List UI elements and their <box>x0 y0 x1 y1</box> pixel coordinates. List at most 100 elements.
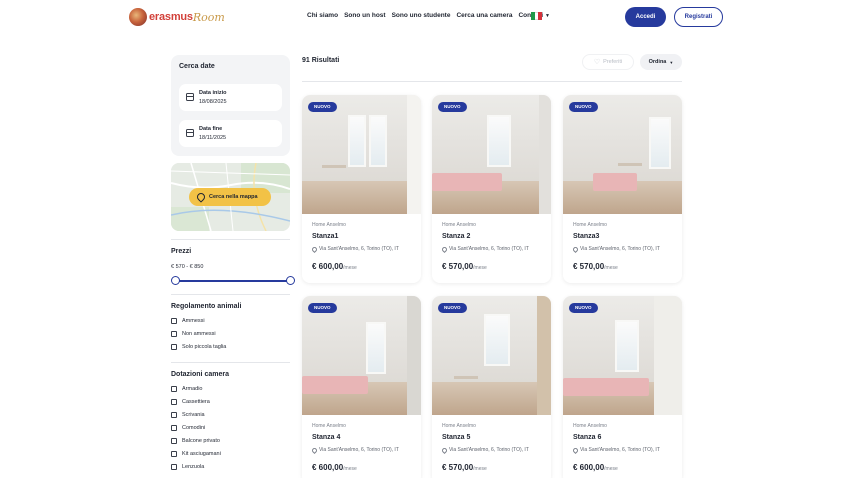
card-title[interactable]: Stanza 5 <box>442 434 470 441</box>
checkbox[interactable] <box>171 412 177 418</box>
price-slider-max-handle[interactable] <box>286 276 295 285</box>
card-owner: Home Anselmo <box>573 222 607 228</box>
favorites-button[interactable]: ♡ Preferiti <box>582 54 634 70</box>
card-title[interactable]: Stanza 4 <box>312 434 340 441</box>
checkbox-label: Solo piccola taglia <box>182 344 227 350</box>
checkbox[interactable] <box>171 438 177 444</box>
divider <box>171 239 290 240</box>
card-address: Via Sant'Anselmo, 6, Torino (TO), IT <box>310 245 399 253</box>
equipment-option-scrivania[interactable]: Scrivania <box>171 412 205 418</box>
room-card[interactable]: NUOVO Home Anselmo Stanza 5 Via Sant'Ans… <box>432 296 551 478</box>
card-address-text: Via Sant'Anselmo, 6, Torino (TO), IT <box>449 246 529 252</box>
room-card[interactable]: NUOVO Home Anselmo Stanza 2 Via Sant'Ans… <box>432 95 551 283</box>
card-title[interactable]: Stanza 6 <box>573 434 601 441</box>
logo[interactable]: erasmus Room <box>129 7 225 27</box>
animals-option-non-ammessi[interactable]: Non ammessi <box>171 331 216 337</box>
start-date-field[interactable]: Data inizio 18/08/2025 <box>179 84 282 111</box>
card-owner: Home Anselmo <box>312 222 346 228</box>
card-price: € 570,00/mese <box>442 262 487 271</box>
room-photo[interactable] <box>432 296 551 415</box>
checkbox-label: Lenzuola <box>182 464 205 470</box>
search-on-map-label: Cerca nella mappa <box>209 194 258 200</box>
checkbox[interactable] <box>171 331 177 337</box>
checkbox-label: Kit asciugamani <box>182 451 221 457</box>
room-photo[interactable] <box>563 296 682 415</box>
divider <box>171 362 290 363</box>
nav-sono-un-host[interactable]: Sono un host <box>344 12 386 19</box>
room-card[interactable]: NUOVO Home Anselmo Stanza 4 Via Sant'Ans… <box>302 296 421 478</box>
accedi-button[interactable]: Accedi <box>625 7 666 27</box>
checkbox[interactable] <box>171 464 177 470</box>
card-price-unit: /mese <box>343 265 357 271</box>
date-search-panel: Cerca date Data inizio 18/08/2025 Data f… <box>171 55 290 156</box>
card-price-value: € 570,00 <box>442 262 474 271</box>
language-chevron-down-icon[interactable]: ▼ <box>545 13 550 19</box>
checkbox[interactable] <box>171 386 177 392</box>
card-title[interactable]: Stanza1 <box>312 233 338 240</box>
new-badge: NUOVO <box>569 102 598 112</box>
card-price-value: € 570,00 <box>573 262 605 271</box>
animals-option-piccola-taglia[interactable]: Solo piccola taglia <box>171 344 226 350</box>
card-address-text: Via Sant'Anselmo, 6, Torino (TO), IT <box>580 447 660 453</box>
checkbox-label: Armadio <box>182 386 203 392</box>
checkbox[interactable] <box>171 399 177 405</box>
favorites-label: Preferiti <box>603 59 623 65</box>
card-price-unit: /mese <box>343 466 357 472</box>
end-date-field[interactable]: Data fine 18/11/2025 <box>179 120 282 147</box>
map-preview[interactable]: Cerca nella mappa <box>171 163 290 231</box>
card-title[interactable]: Stanza 2 <box>442 233 470 240</box>
chevron-down-icon: ▼ <box>669 59 674 65</box>
equipment-option-lenzuola[interactable]: Lenzuola <box>171 464 204 470</box>
equipment-option-kit-asciugamani[interactable]: Kit asciugamani <box>171 451 221 457</box>
card-owner: Home Anselmo <box>312 423 346 429</box>
equipment-option-cassettiera[interactable]: Cassettiera <box>171 399 210 405</box>
card-price: € 600,00/mese <box>312 262 357 271</box>
card-address: Via Sant'Anselmo, 6, Torino (TO), IT <box>310 446 399 454</box>
start-date-label: Data inizio <box>199 90 227 96</box>
calendar-icon <box>186 129 194 137</box>
location-pin-icon <box>571 446 580 454</box>
card-title[interactable]: Stanza3 <box>573 233 599 240</box>
location-pin-icon <box>440 446 449 454</box>
italy-flag-icon[interactable] <box>531 12 543 20</box>
card-address: Via Sant'Anselmo, 6, Torino (TO), IT <box>440 446 529 454</box>
animals-option-ammessi[interactable]: Ammessi <box>171 318 205 324</box>
card-price-unit: /mese <box>473 265 487 271</box>
checkbox-label: Balcone privato <box>182 438 220 444</box>
registrati-button[interactable]: Registrati <box>674 7 723 27</box>
top-header: erasmus Room Chi siamo Sono un host Sono… <box>0 0 850 34</box>
equipment-option-balcone[interactable]: Balcone privato <box>171 438 220 444</box>
room-photo[interactable] <box>302 296 421 415</box>
room-photo[interactable] <box>432 95 551 214</box>
nav-sono-uno-studente[interactable]: Sono uno studente <box>392 12 451 19</box>
location-pin-icon <box>310 446 319 454</box>
end-date-value: 18/11/2025 <box>199 135 227 141</box>
nav-cerca-una-camera[interactable]: Cerca una camera <box>456 12 512 19</box>
room-card[interactable]: NUOVO Home Anselmo Stanza1 Via Sant'Anse… <box>302 95 421 283</box>
location-pin-icon <box>310 245 319 253</box>
nav-chi-siamo[interactable]: Chi siamo <box>307 12 338 19</box>
room-card[interactable]: NUOVO Home Anselmo Stanza3 Via Sant'Anse… <box>563 95 682 283</box>
sort-button[interactable]: Ordina ▼ <box>640 54 682 70</box>
checkbox-label: Scrivania <box>182 412 205 418</box>
price-slider-min-handle[interactable] <box>171 276 180 285</box>
price-slider-track[interactable] <box>175 280 291 282</box>
checkbox[interactable] <box>171 425 177 431</box>
checkbox[interactable] <box>171 451 177 457</box>
search-on-map-button[interactable]: Cerca nella mappa <box>189 188 271 206</box>
room-photo[interactable] <box>563 95 682 214</box>
checkbox[interactable] <box>171 344 177 350</box>
room-card[interactable]: NUOVO Home Anselmo Stanza 6 Via Sant'Ans… <box>563 296 682 478</box>
equipment-option-armadio[interactable]: Armadio <box>171 386 202 392</box>
card-address: Via Sant'Anselmo, 6, Torino (TO), IT <box>571 245 660 253</box>
card-owner: Home Anselmo <box>442 222 476 228</box>
checkbox[interactable] <box>171 318 177 324</box>
checkbox-label: Non ammessi <box>182 331 216 337</box>
card-owner: Home Anselmo <box>442 423 476 429</box>
equipment-option-comodini[interactable]: Comodini <box>171 425 205 431</box>
card-address-text: Via Sant'Anselmo, 6, Torino (TO), IT <box>580 246 660 252</box>
date-panel-title: Cerca date <box>179 63 215 70</box>
room-photo[interactable] <box>302 95 421 214</box>
main-nav: Chi siamo Sono un host Sono uno studente… <box>307 12 549 19</box>
card-price: € 600,00/mese <box>573 463 618 472</box>
